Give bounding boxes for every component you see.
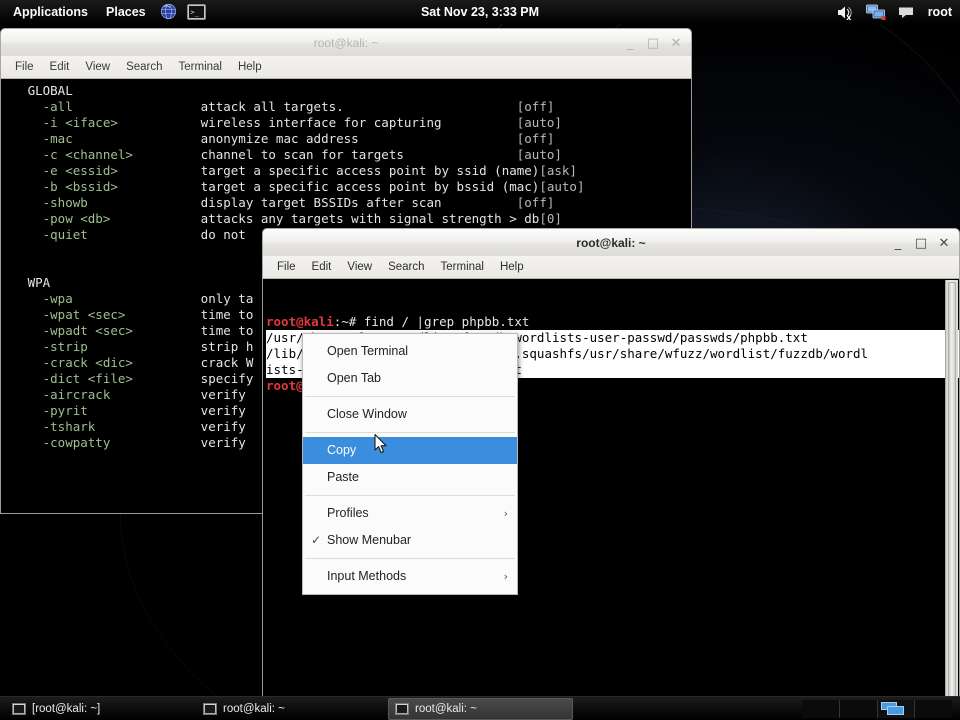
taskbar-item[interactable]: [root@kali: ~]	[6, 698, 191, 720]
menu-separator	[305, 432, 515, 433]
menu-separator	[305, 558, 515, 559]
taskbar-item[interactable]: root@kali: ~	[388, 697, 573, 720]
chevron-right-icon: ›	[503, 507, 508, 520]
menu-item-label: Open Tab	[327, 371, 381, 385]
help-row: -b <bssid> target a specific access poin…	[5, 179, 585, 194]
places-menu[interactable]: Places	[97, 0, 155, 24]
menu-terminal[interactable]: Terminal	[433, 256, 492, 279]
menu-item-show-menubar[interactable]: ✓ Show Menubar	[303, 527, 517, 554]
menu-file[interactable]: File	[7, 56, 42, 79]
terminal-icon	[12, 702, 26, 715]
background-window-menubar: File Edit View Search Terminal Help	[0, 56, 692, 79]
menu-edit[interactable]: Edit	[304, 256, 340, 279]
web-browser-icon[interactable]	[158, 2, 180, 22]
menu-file[interactable]: File	[269, 256, 304, 279]
workspace-3[interactable]	[877, 700, 916, 718]
close-button[interactable]: ✕	[933, 233, 955, 253]
help-row: -mac anonymize mac address [off]	[5, 131, 555, 146]
foreground-window-controls: _ □ ✕	[887, 229, 955, 257]
terminal-icon	[395, 702, 409, 715]
background-window-title: root@kali: ~	[313, 35, 379, 50]
help-row: -c <channel> channel to scan for targets…	[5, 147, 562, 162]
foreground-window-menubar: File Edit View Search Terminal Help	[262, 256, 960, 279]
menu-help[interactable]: Help	[230, 56, 270, 79]
workspace-switcher[interactable]	[802, 700, 952, 718]
minimize-button[interactable]: _	[619, 33, 641, 53]
menu-item-label: Paste	[327, 470, 359, 484]
close-button[interactable]: ✕	[665, 33, 687, 53]
terminal-icon[interactable]: >_	[186, 2, 208, 22]
menu-view[interactable]: View	[77, 56, 118, 79]
menu-help[interactable]: Help	[492, 256, 532, 279]
menu-item-paste[interactable]: Paste	[303, 464, 517, 491]
foreground-window-titlebar[interactable]: root@kali: ~ _ □ ✕	[262, 228, 960, 256]
desktop-screen: LINUX the more you are able to hear Appl…	[0, 0, 960, 720]
applications-menu[interactable]: Applications	[4, 0, 97, 24]
scrollbar-thumb[interactable]	[948, 282, 956, 707]
workspace-2[interactable]	[839, 700, 878, 718]
menu-item-profiles[interactable]: Profiles ›	[303, 500, 517, 527]
menu-item-open-tab[interactable]: Open Tab	[303, 365, 517, 392]
taskbar-item[interactable]: root@kali: ~	[197, 698, 382, 720]
menu-view[interactable]: View	[339, 256, 380, 279]
terminal-scrollbar[interactable]	[945, 280, 958, 709]
maximize-button[interactable]: □	[642, 33, 664, 53]
background-window-controls: _ □ ✕	[619, 29, 687, 57]
top-panel: Applications Places >_ Sat Nov 23, 3:33 …	[0, 0, 960, 24]
check-icon: ✓	[311, 533, 322, 547]
terminal-context-menu[interactable]: Open Terminal Open Tab Close Window Copy Pas…	[302, 333, 518, 595]
help-row: -all attack all targets. [off]	[5, 99, 555, 114]
menu-item-label: Open Terminal	[327, 344, 409, 358]
menu-search[interactable]: Search	[118, 56, 170, 79]
menu-item-copy[interactable]: Copy	[303, 437, 517, 464]
volume-muted-icon[interactable]: x	[836, 2, 856, 22]
help-row: -showb display target BSSIDs after scan …	[5, 195, 555, 210]
terminal-icon	[203, 702, 217, 715]
user-menu[interactable]: root	[928, 5, 952, 19]
menu-item-close-window[interactable]: Close Window	[303, 401, 517, 428]
menu-edit[interactable]: Edit	[42, 56, 78, 79]
svg-text:x: x	[846, 13, 852, 21]
workspace-1[interactable]	[802, 700, 840, 718]
maximize-button[interactable]: □	[910, 233, 932, 253]
taskbar: [root@kali: ~] root@kali: ~ root@kali: ~	[0, 696, 960, 720]
menu-item-input-methods[interactable]: Input Methods ›	[303, 563, 517, 590]
menu-separator	[305, 495, 515, 496]
background-window-titlebar[interactable]: root@kali: ~ _ □ ✕	[0, 28, 692, 56]
menu-search[interactable]: Search	[380, 256, 432, 279]
menu-terminal[interactable]: Terminal	[171, 56, 230, 79]
help-row: -pow <db> attacks any targets with signa…	[5, 211, 562, 226]
menu-item-open-terminal[interactable]: Open Terminal	[303, 338, 517, 365]
taskbar-item-label: root@kali: ~	[415, 702, 477, 715]
chat-icon[interactable]	[896, 2, 916, 22]
menu-item-label: Input Methods	[327, 569, 407, 583]
mini-window	[886, 706, 904, 715]
task-list: [root@kali: ~] root@kali: ~ root@kali: ~	[0, 697, 573, 720]
help-row: -e <essid> target a specific access poin…	[5, 163, 577, 178]
help-row: -i <iface> wireless interface for captur…	[5, 115, 562, 130]
taskbar-item-label: root@kali: ~	[223, 702, 285, 715]
menu-separator	[305, 396, 515, 397]
foreground-window-title: root@kali: ~	[576, 235, 646, 250]
taskbar-item-label: [root@kali: ~]	[32, 702, 101, 715]
menu-item-label: Show Menubar	[327, 533, 412, 547]
svg-text:>_: >_	[191, 8, 200, 16]
chevron-right-icon: ›	[503, 570, 508, 583]
menu-item-label: Profiles	[327, 506, 369, 520]
workspace-4[interactable]	[915, 700, 952, 718]
system-tray: x root	[836, 0, 960, 24]
menu-item-label: Copy	[327, 443, 357, 457]
terminal-prompt-line: root@kali:~# find / |grep phpbb.txt	[266, 314, 530, 329]
help-section-heading: GLOBAL	[5, 83, 73, 98]
network-icon[interactable]	[865, 2, 886, 22]
minimize-button[interactable]: _	[887, 233, 909, 253]
menu-item-label: Close Window	[327, 407, 407, 421]
